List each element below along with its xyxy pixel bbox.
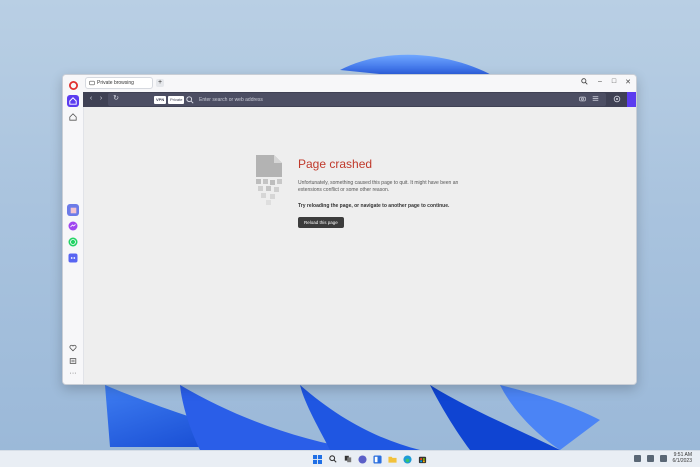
search-icon [186, 96, 194, 104]
heart-icon[interactable] [67, 342, 79, 354]
shield-icon[interactable] [613, 95, 621, 103]
vpn-badge[interactable]: VPN [154, 96, 167, 104]
tab-label: Private browsing [97, 80, 134, 86]
minimize-button[interactable]: – [595, 78, 605, 85]
private-tab-icon [89, 80, 95, 86]
taskbar: 9:51 AM 6/1/2023 [0, 450, 700, 467]
tab-bar: Private browsing + – □ ✕ [83, 75, 636, 92]
network-icon[interactable] [646, 454, 654, 462]
file-explorer-icon[interactable] [388, 454, 398, 464]
messenger-icon[interactable] [67, 220, 79, 232]
whatsapp-icon[interactable] [67, 236, 79, 248]
toolbar: ‹ › ↻ VPN Private [83, 92, 636, 107]
start-icon[interactable] [313, 454, 323, 464]
accent-strip [627, 92, 636, 107]
search-tabs-icon[interactable] [579, 78, 589, 87]
widgets-icon[interactable] [373, 454, 383, 464]
close-button[interactable]: ✕ [623, 78, 633, 86]
opera-logo-icon[interactable] [67, 79, 79, 91]
chevron-up-icon[interactable] [633, 454, 641, 462]
back-icon[interactable]: ‹ [87, 95, 95, 103]
forward-icon[interactable]: › [97, 95, 105, 103]
task-view-icon[interactable] [343, 454, 353, 464]
search-taskbar-icon[interactable] [328, 454, 338, 464]
history-icon[interactable] [67, 355, 79, 367]
reload-icon[interactable]: ↻ [112, 95, 120, 103]
more-icon[interactable]: ··· [67, 368, 79, 380]
page-content: Page crashed Unfortunately, something ca… [84, 107, 636, 384]
clock-date: 6/1/2023 [672, 458, 692, 464]
error-description: Unfortunately, something caused this pag… [298, 180, 459, 193]
reload-page-button[interactable]: Reload this page [298, 217, 344, 228]
error-instruction: Try reloading the page, or navigate to a… [298, 203, 450, 209]
edge-icon[interactable] [403, 454, 413, 464]
desktop: ··· Private browsing + – □ ✕ ‹ › ↻ VPN P… [0, 0, 700, 467]
clock[interactable]: 9:51 AM 6/1/2023 [673, 452, 692, 464]
private-badge: Private [168, 96, 185, 104]
chat-icon[interactable] [358, 454, 368, 464]
easy-setup-icon[interactable] [591, 95, 599, 103]
maximize-button[interactable]: □ [609, 78, 619, 85]
page-title: Page crashed [298, 157, 373, 171]
home-icon[interactable] [67, 95, 79, 107]
new-tab-button[interactable]: + [156, 79, 164, 87]
gallery-icon[interactable] [67, 204, 79, 216]
store-icon[interactable] [418, 454, 428, 464]
speed-dial-icon[interactable] [67, 111, 79, 123]
volume-icon[interactable] [659, 454, 667, 462]
camera-icon[interactable] [578, 95, 586, 103]
discord-icon[interactable] [67, 252, 79, 264]
system-tray: 9:51 AM 6/1/2023 [633, 452, 692, 464]
address-input[interactable] [199, 96, 499, 104]
browser-window: ··· Private browsing + – □ ✕ ‹ › ↻ VPN P… [62, 74, 637, 385]
broken-page-icon [256, 155, 282, 205]
sidebar: ··· [63, 75, 84, 384]
address-bar: ↻ VPN Private [108, 93, 606, 106]
tab-private-browsing[interactable]: Private browsing [85, 77, 153, 89]
